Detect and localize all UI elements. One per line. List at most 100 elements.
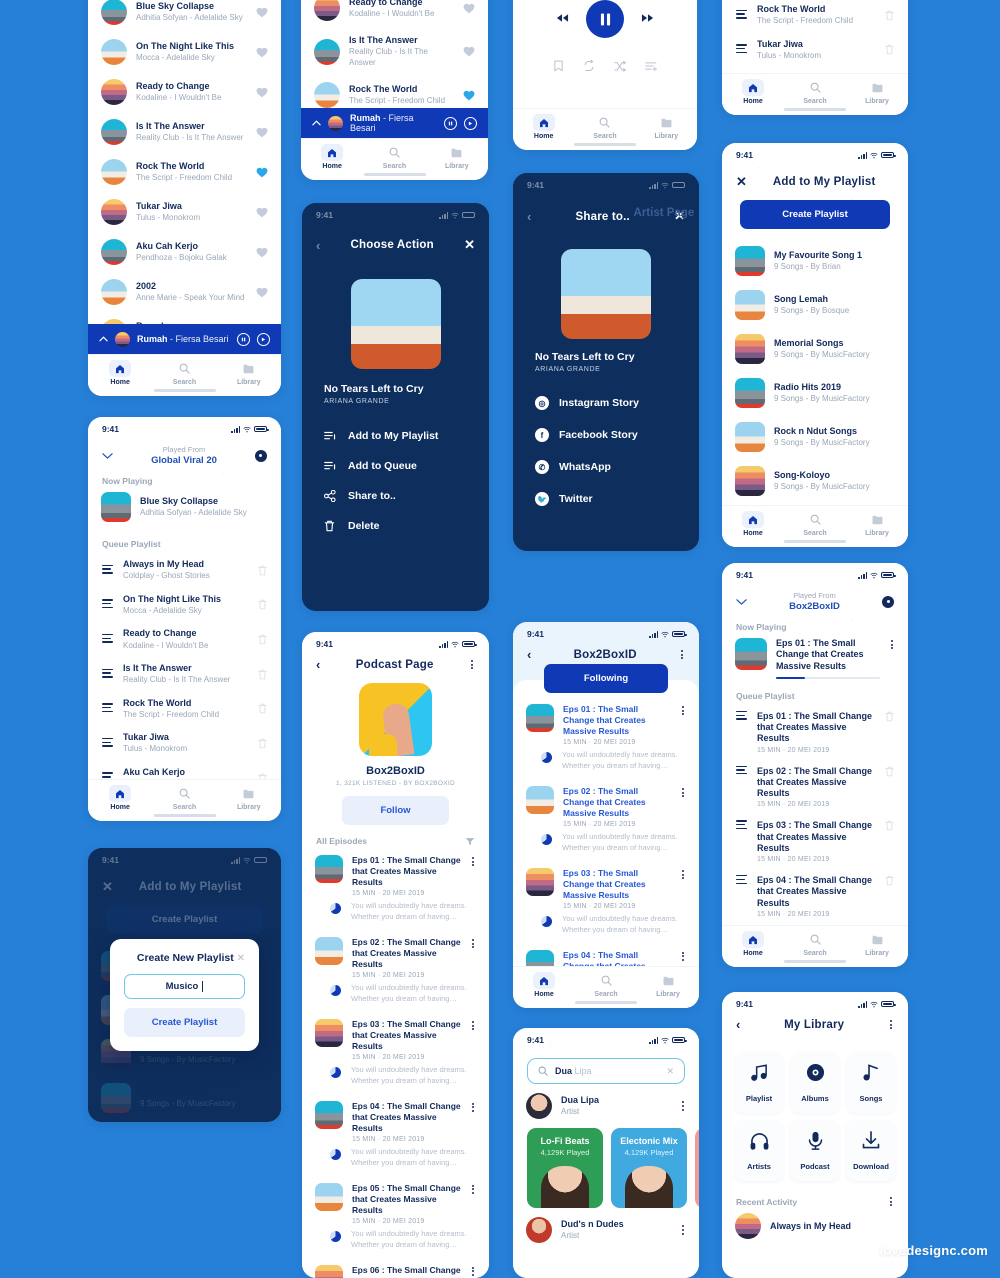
list-item[interactable]: Ready to Change Kodaline - I Wouldn't Be	[88, 72, 281, 112]
pause-button-large[interactable]	[586, 0, 624, 38]
more-icon[interactable]	[680, 704, 686, 746]
table-row[interactable]: Is It The Answer Reality Club - Is It Th…	[88, 657, 281, 692]
more-circle-icon[interactable]	[882, 595, 894, 608]
list-item[interactable]: Memorial Songs 9 Songs - By MusicFactory	[722, 327, 908, 371]
follow-button[interactable]: Follow	[342, 796, 449, 826]
more-icon[interactable]	[470, 1183, 476, 1225]
tab-library[interactable]: Library	[431, 144, 483, 170]
share-twitter-icon[interactable]: 🐦 Twitter	[513, 483, 699, 515]
tab-search[interactable]: Search	[580, 972, 632, 998]
drag-handle-icon[interactable]	[102, 668, 113, 680]
action-share-icon[interactable]: Share to..	[302, 481, 489, 511]
more-icon[interactable]	[680, 786, 686, 828]
delete-icon[interactable]	[258, 738, 267, 749]
drag-handle-icon[interactable]	[102, 564, 113, 576]
close-icon[interactable]: ✕	[464, 237, 475, 253]
clear-search-icon[interactable]: ✕	[666, 1066, 674, 1077]
chevron-up-icon[interactable]	[312, 119, 321, 128]
heart-icon[interactable]	[463, 46, 475, 57]
drag-handle-icon[interactable]	[736, 875, 747, 886]
more-icon[interactable]	[680, 1223, 686, 1236]
tab-home[interactable]: Home	[94, 360, 146, 386]
filter-icon[interactable]	[465, 837, 475, 846]
search-result-artist[interactable]: Dua Lipa Artist	[513, 1084, 699, 1126]
tab-library[interactable]: Library	[851, 79, 903, 105]
bookmark-icon[interactable]	[553, 60, 564, 72]
action-queue-add-icon[interactable]: Add to Queue	[302, 451, 489, 481]
library-tile-albums[interactable]: Albums	[791, 1053, 839, 1114]
tab-home[interactable]: Home	[727, 79, 779, 105]
delete-icon[interactable]	[258, 565, 267, 576]
list-item[interactable]: Eps 06 : The Small Change that Creates M…	[302, 1258, 489, 1278]
list-item[interactable]: Eps 03 : The Small Change that Creates M…	[513, 861, 699, 943]
tab-library[interactable]: Library	[223, 360, 275, 386]
list-item[interactable]: Song-Koloyo 9 Songs - By MusicFactory	[722, 459, 908, 503]
heart-icon[interactable]	[463, 90, 475, 101]
table-row[interactable]: Eps 01 : The Small Change that Creates M…	[722, 705, 908, 760]
share-facebook-icon[interactable]: f Facebook Story	[513, 419, 699, 451]
back-icon[interactable]: ‹	[316, 239, 320, 252]
library-tile-songs[interactable]: Songs	[847, 1053, 895, 1114]
dialog-submit-button[interactable]: Create Playlist	[124, 1008, 245, 1037]
heart-icon[interactable]	[256, 47, 268, 58]
chevron-down-icon[interactable]	[736, 598, 747, 606]
list-item[interactable]: Rock The World The Script - Freedom Chil…	[88, 152, 281, 192]
drag-handle-icon[interactable]	[736, 9, 747, 21]
search-card[interactable]	[695, 1128, 699, 1208]
library-tile-podcast[interactable]: Podcast	[791, 1121, 839, 1182]
tab-search[interactable]: Search	[368, 144, 420, 170]
tab-home[interactable]: Home	[727, 931, 779, 957]
tab-library[interactable]: Library	[851, 931, 903, 957]
table-row[interactable]: Eps 02 : The Small Change that Creates M…	[722, 760, 908, 815]
list-item[interactable]: Rock n Ndut Songs 9 Songs - By MusicFact…	[88, 1120, 281, 1122]
choose-action-items[interactable]: Add to My Playlist Add to Queue Share to…	[302, 421, 489, 541]
more-icon[interactable]	[679, 648, 685, 661]
previous-button[interactable]	[556, 10, 569, 28]
list-item[interactable]: Eps 03 : The Small Change that Creates M…	[302, 1012, 489, 1094]
table-row[interactable]: Rock The World The Script - Freedom Chil…	[88, 692, 281, 727]
more-icon[interactable]	[680, 1099, 686, 1112]
list-item[interactable]: 2002 Anne Marie - Speak Your Mind	[88, 272, 281, 312]
list-item[interactable]: Aku Cah Kerjo Pendhoza - Bojoku Galak	[88, 232, 281, 272]
back-icon[interactable]: ‹	[316, 658, 320, 671]
shuffle-icon[interactable]	[614, 60, 627, 72]
more-icon[interactable]	[888, 1018, 894, 1031]
list-item[interactable]: Is It The Answer Reality Club - Is It Th…	[88, 112, 281, 152]
list-item[interactable]: Eps 02 : The Small Change that Creates M…	[302, 930, 489, 1012]
dialog-close-icon[interactable]: ✕	[237, 953, 245, 964]
more-icon[interactable]	[470, 1019, 476, 1061]
tab-home[interactable]: Home	[94, 785, 146, 811]
tab-library[interactable]: Library	[642, 972, 694, 998]
more-icon[interactable]	[680, 868, 686, 910]
back-icon[interactable]: ‹	[736, 1018, 740, 1031]
table-row[interactable]: Tukar Jiwa Tulus - Monokrom	[722, 33, 908, 68]
heart-icon[interactable]	[256, 287, 268, 298]
table-row[interactable]: Always in My Head Coldplay - Ghost Stori…	[88, 553, 281, 588]
drag-handle-icon[interactable]	[102, 703, 113, 714]
heart-icon[interactable]	[256, 7, 268, 18]
drag-handle-icon[interactable]	[736, 765, 747, 777]
tab-search[interactable]: Search	[789, 931, 841, 957]
list-item[interactable]: My Favourite Song 1 9 Songs - By Brian	[722, 239, 908, 283]
list-item[interactable]: Eps 04 : The Small Change that Creates M…	[302, 1094, 489, 1176]
tab-home[interactable]: Home	[727, 511, 779, 537]
library-tile-download[interactable]: Download	[847, 1121, 895, 1182]
heart-icon[interactable]	[256, 167, 268, 178]
drag-handle-icon[interactable]	[736, 710, 747, 722]
tab-search[interactable]: Search	[158, 360, 210, 386]
table-row[interactable]: Ready to Change Kodaline - I Wouldn't Be	[88, 622, 281, 657]
tab-library[interactable]: Library	[640, 114, 692, 140]
create-playlist-button[interactable]: Create Playlist	[740, 200, 890, 229]
list-item[interactable]: Eps 01 : The Small Change that Creates M…	[513, 697, 699, 779]
library-tile-playlist[interactable]: Playlist	[735, 1053, 783, 1114]
more-icon[interactable]	[470, 1265, 476, 1278]
now-playing-row[interactable]: Blue Sky Collapse Adhitia Sofyan - Adela…	[88, 490, 281, 529]
back-icon[interactable]: ‹	[527, 210, 531, 223]
more-icon[interactable]	[470, 937, 476, 979]
tab-home[interactable]: Home	[306, 144, 358, 170]
heart-icon[interactable]	[256, 87, 268, 98]
share-instagram-icon[interactable]: ◎ Instagram Story	[513, 387, 699, 419]
more-icon[interactable]	[888, 1195, 894, 1208]
search-input[interactable]: Dua Lipa ✕	[527, 1058, 685, 1084]
delete-icon[interactable]	[258, 599, 267, 610]
